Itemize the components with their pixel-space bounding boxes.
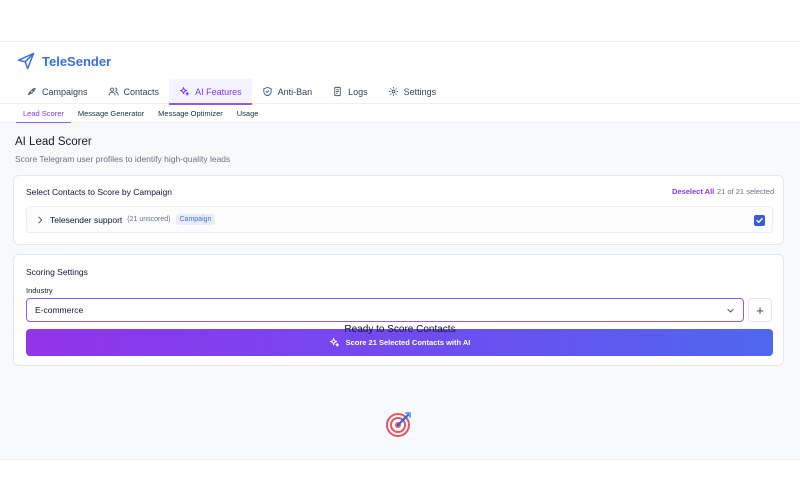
sub-tabs: Lead Scorer Message Generator Message Op… [0, 104, 800, 124]
rocket-icon [26, 86, 37, 97]
tab-settings[interactable]: Settings [378, 79, 447, 104]
contacts-selection-card: Select Contacts to Score by Campaign Des… [13, 175, 784, 245]
document-icon [332, 86, 343, 97]
page-title: AI Lead Scorer [15, 136, 92, 148]
subtab-message-optimizer[interactable]: Message Optimizer [151, 104, 230, 123]
campaign-name: Telesender support [50, 214, 123, 225]
campaign-checkbox[interactable] [754, 215, 765, 226]
app-header: TeleSender [0, 43, 800, 79]
subtab-lead-scorer[interactable]: Lead Scorer [16, 104, 71, 124]
target-icon [384, 409, 414, 439]
tab-anti-ban-label: Anti-Ban [277, 86, 313, 97]
add-industry-button[interactable]: + [748, 298, 772, 322]
bottom-bar [0, 459, 800, 500]
unscored-count: (21 unscored) [127, 216, 171, 223]
chevron-right-icon[interactable] [35, 215, 45, 225]
industry-select[interactable]: E-commerce [26, 298, 744, 322]
tab-logs[interactable]: Logs [322, 79, 378, 104]
tab-ai-features[interactable]: AI Features [169, 79, 252, 105]
chevron-down-icon [726, 306, 735, 315]
main-tabs: Campaigns Contacts AI Features Anti-Ban … [0, 79, 800, 105]
shield-icon [262, 86, 273, 97]
users-icon [108, 86, 119, 97]
tab-contacts[interactable]: Contacts [98, 79, 170, 104]
industry-label: Industry [26, 286, 53, 295]
contacts-card-title: Select Contacts to Score by Campaign [26, 187, 172, 197]
deselect-all-button[interactable]: Deselect All [672, 187, 714, 196]
campaign-badge: Campaign [175, 214, 216, 225]
scoring-settings-card: Scoring Settings Industry E-commerce + S… [13, 254, 784, 366]
industry-select-value: E-commerce [35, 305, 84, 315]
send-icon [16, 51, 36, 71]
scoring-settings-title: Scoring Settings [26, 267, 88, 277]
check-icon [756, 217, 763, 224]
page-subtitle: Score Telegram user profiles to identify… [15, 154, 231, 164]
tab-ai-features-label: AI Features [195, 86, 242, 97]
empty-state-title: Ready to Score Contacts [344, 324, 456, 335]
tab-campaigns-label: Campaigns [42, 86, 88, 97]
top-bar [0, 0, 800, 42]
tab-logs-label: Logs [348, 86, 368, 97]
selected-count: 21 of 21 selected [717, 187, 775, 196]
app-name: TeleSender [42, 53, 112, 69]
gear-icon [388, 86, 399, 97]
score-button-label: Score 21 Selected Contacts with AI [345, 338, 471, 347]
sparkles-icon [179, 86, 190, 97]
main-content: AI Lead Scorer Score Telegram user profi… [0, 123, 800, 459]
tab-anti-ban[interactable]: Anti-Ban [252, 79, 323, 104]
tab-campaigns[interactable]: Campaigns [16, 79, 98, 104]
sparkles-icon [329, 337, 340, 348]
subtab-usage[interactable]: Usage [230, 104, 266, 123]
campaign-row[interactable]: Telesender support (21 unscored) Campaig… [26, 206, 773, 233]
tab-contacts-label: Contacts [123, 86, 160, 97]
tab-settings-label: Settings [403, 86, 437, 97]
subtab-message-generator[interactable]: Message Generator [71, 104, 151, 123]
